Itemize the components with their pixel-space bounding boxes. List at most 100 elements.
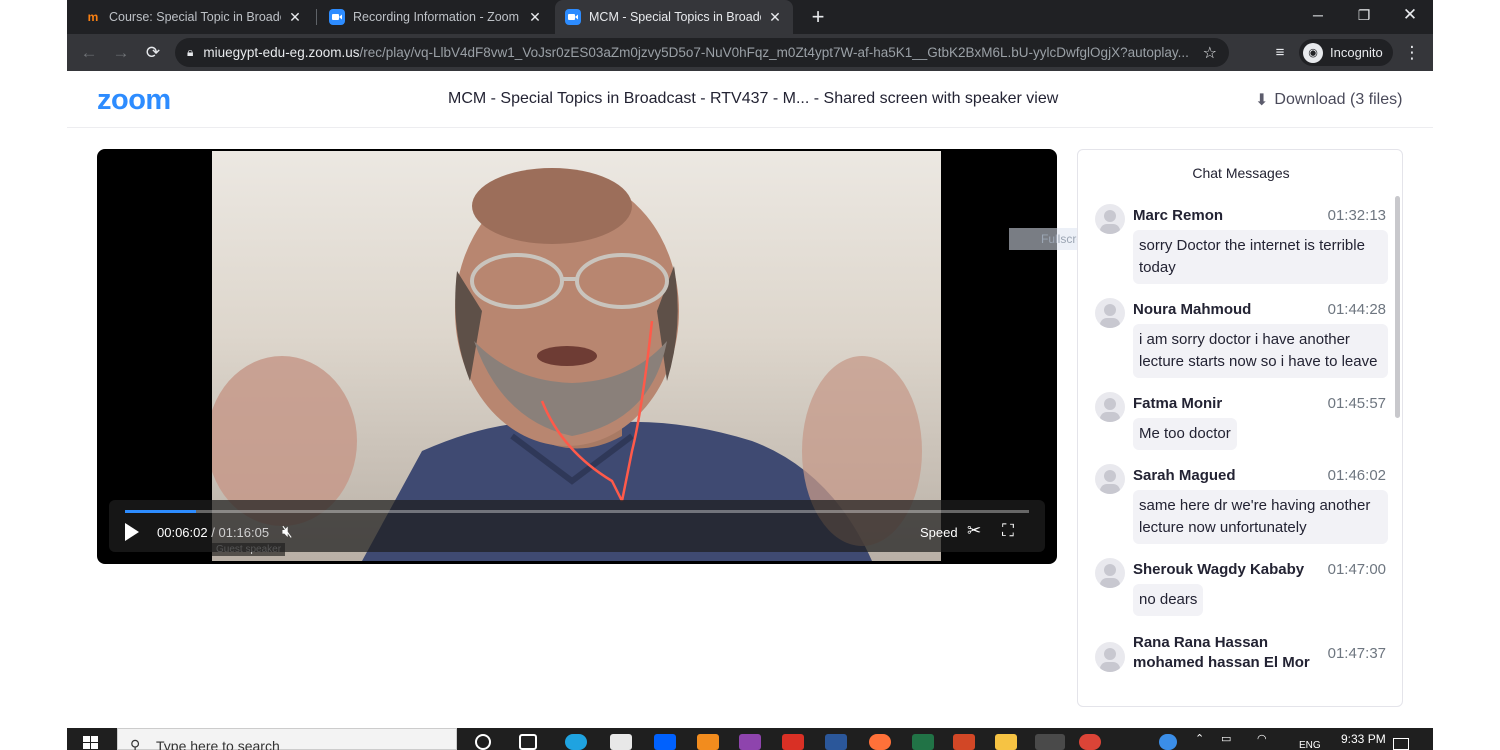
cortana-icon[interactable] [475, 734, 491, 750]
download-icon: ⬇ [1255, 92, 1269, 109]
message-time: 01:44:28 [1327, 301, 1386, 318]
chat-message: Sherouk Wagdy Kababy 01:47:00 no dears [1078, 556, 1392, 616]
message-text: Me too doctor [1133, 418, 1237, 450]
time-separator: / [211, 525, 215, 540]
chrome-icon[interactable] [1079, 734, 1101, 750]
forward-button[interactable]: → [108, 40, 134, 66]
avatar [1095, 642, 1125, 672]
chat-message: Sarah Magued 01:46:02 same here dr we're … [1078, 462, 1392, 544]
dropbox-icon[interactable] [654, 734, 676, 750]
acrobat-icon[interactable] [782, 734, 804, 750]
scissors-icon[interactable]: ✂ [967, 521, 981, 541]
word-icon[interactable] [825, 734, 847, 750]
message-time: 01:32:13 [1327, 207, 1386, 224]
sender-name: Rana Rana Hassan mohamed hassan El Mor [1133, 634, 1310, 671]
chat-message: Fatma Monir 01:45:57 Me too doctor [1078, 390, 1392, 450]
tab-title: MCM - Special Topics in Broadca [589, 10, 761, 24]
chat-message: Rana Rana Hassan mohamed hassan El Mor 01… [1078, 628, 1392, 672]
notification-icon[interactable] [1393, 738, 1409, 750]
address-bar[interactable]: 🔒︎ miuegypt-edu-eg.zoom.us/rec/play/vq-L… [175, 38, 1229, 67]
back-button[interactable]: ← [76, 40, 102, 66]
play-icon[interactable] [123, 522, 141, 542]
task-view-icon[interactable] [519, 734, 537, 750]
tray-chevron-icon[interactable]: ⌃ [1195, 732, 1204, 745]
close-icon[interactable]: ✕ [527, 9, 543, 26]
zoom-header: zoom MCM - Special Topics in Broadcast -… [67, 71, 1433, 128]
bookmark-star-icon[interactable]: ☆ [1203, 43, 1217, 63]
close-icon[interactable]: ✕ [767, 9, 783, 26]
zoom-icon [329, 9, 345, 25]
download-button[interactable]: ⬇ Download (3 files) [1255, 90, 1402, 110]
duration: 01:16:05 [218, 525, 270, 540]
windows-start-icon[interactable] [83, 736, 99, 750]
reading-list-icon[interactable]: ≡ [1267, 40, 1293, 66]
firefox-icon[interactable] [869, 734, 891, 750]
menu-kebab-icon[interactable]: ⋮ [1399, 40, 1425, 66]
chat-title: Chat Messages [1192, 165, 1290, 181]
tab-mcm-recording[interactable]: MCM - Special Topics in Broadca ✕ [555, 0, 793, 34]
minimize-button[interactable]: ─ [1295, 0, 1341, 30]
progress-bar[interactable] [125, 510, 1029, 513]
tab-title: Course: Special Topic in Broadcas [109, 10, 281, 24]
chat-scrollbar[interactable] [1395, 196, 1400, 418]
fullscreen-icon[interactable]: ⛶ [1002, 521, 1014, 541]
reload-button[interactable]: ⟳ [140, 40, 166, 66]
time-display: 00:06:02 / 01:16:05 [157, 525, 269, 540]
video-player[interactable]: Guest speaker 00:06:02 / 01:16:05 🔇︎ Spe… [97, 149, 1057, 564]
sender-name: Marc Remon [1133, 207, 1224, 224]
chat-message: Marc Remon 01:32:13 sorry Doctor the inte… [1078, 202, 1392, 284]
sender-name: Sherouk Wagdy Kababy [1133, 561, 1305, 578]
media-icon[interactable] [739, 734, 761, 750]
speed-button[interactable]: Speed [920, 525, 958, 540]
search-icon: ⚲ [130, 737, 141, 750]
avatar [1095, 298, 1125, 328]
message-text: i am sorry doctor i have another lecture… [1133, 324, 1388, 378]
tab-recording-info[interactable]: Recording Information - Zoom ✕ [319, 0, 553, 34]
chat-panel: Chat Messages Marc Remon 01:32:13 sorry D… [1077, 149, 1403, 707]
help-icon[interactable] [1159, 734, 1177, 750]
battery-icon[interactable]: ▭ [1221, 732, 1231, 745]
chrome-active-icon[interactable] [1035, 734, 1065, 750]
browser-window: m Course: Special Topic in Broadcas ✕ Re… [67, 0, 1433, 750]
close-icon[interactable]: ✕ [287, 9, 303, 26]
avatar [1095, 464, 1125, 494]
store-icon[interactable] [610, 734, 632, 750]
progress-fill [125, 510, 197, 513]
current-time: 00:06:02 [157, 525, 208, 540]
message-time: 01:45:57 [1327, 395, 1386, 412]
sender-name: Sarah Magued [1133, 467, 1236, 484]
chat-message: Noura Mahmoud 01:44:28 i am sorry doctor … [1078, 296, 1392, 378]
message-time: 01:47:37 [1327, 644, 1386, 662]
excel-icon[interactable] [912, 734, 934, 750]
recording-title: MCM - Special Topics in Broadcast - RTV4… [448, 90, 1059, 107]
zoom-logo[interactable]: zoom [97, 84, 171, 117]
wifi-icon[interactable]: ◠ [1257, 732, 1267, 745]
sender-name: Noura Mahmoud [1133, 301, 1252, 318]
tab-strip: m Course: Special Topic in Broadcas ✕ Re… [67, 0, 1433, 34]
moodle-icon: m [87, 10, 99, 24]
vlc-icon[interactable] [697, 734, 719, 750]
message-text: no dears [1133, 584, 1204, 616]
clock[interactable]: 9:33 PM [1341, 732, 1386, 746]
edge-icon[interactable] [565, 734, 587, 750]
language-indicator[interactable]: ENG [1299, 740, 1321, 750]
tab-course[interactable]: m Course: Special Topic in Broadcas ✕ [75, 0, 313, 34]
tab-title: Recording Information - Zoom [353, 10, 520, 24]
zoom-icon [565, 9, 581, 25]
message-time: 01:46:02 [1327, 467, 1386, 484]
avatar [1095, 204, 1125, 234]
player-controls: 00:06:02 / 01:16:05 🔇︎ Speed ✂ ⛶ [109, 500, 1045, 552]
taskbar-search[interactable]: ⚲ Type here to search [117, 728, 457, 750]
volume-muted-icon[interactable]: 🔇︎ [282, 522, 293, 542]
incognito-badge[interactable]: ◉ Incognito [1299, 39, 1393, 66]
chat-message-list: Marc Remon 01:32:13 sorry Doctor the inte… [1078, 202, 1392, 692]
new-tab-button[interactable]: + [805, 4, 831, 30]
url-text: miuegypt-edu-eg.zoom.us/rec/play/vq-LlbV… [203, 45, 1189, 60]
file-explorer-icon[interactable] [995, 734, 1017, 750]
restore-button[interactable]: ❐ [1341, 0, 1387, 30]
powerpoint-icon[interactable] [953, 734, 975, 750]
message-time: 01:47:00 [1327, 561, 1386, 578]
windows-taskbar: ⚲ Type here to search ⌃ ▭ ◠ ENG 9:33 PM [67, 728, 1433, 750]
message-text: same here dr we're having another lectur… [1133, 490, 1388, 544]
close-window-button[interactable]: ✕ [1387, 0, 1433, 30]
